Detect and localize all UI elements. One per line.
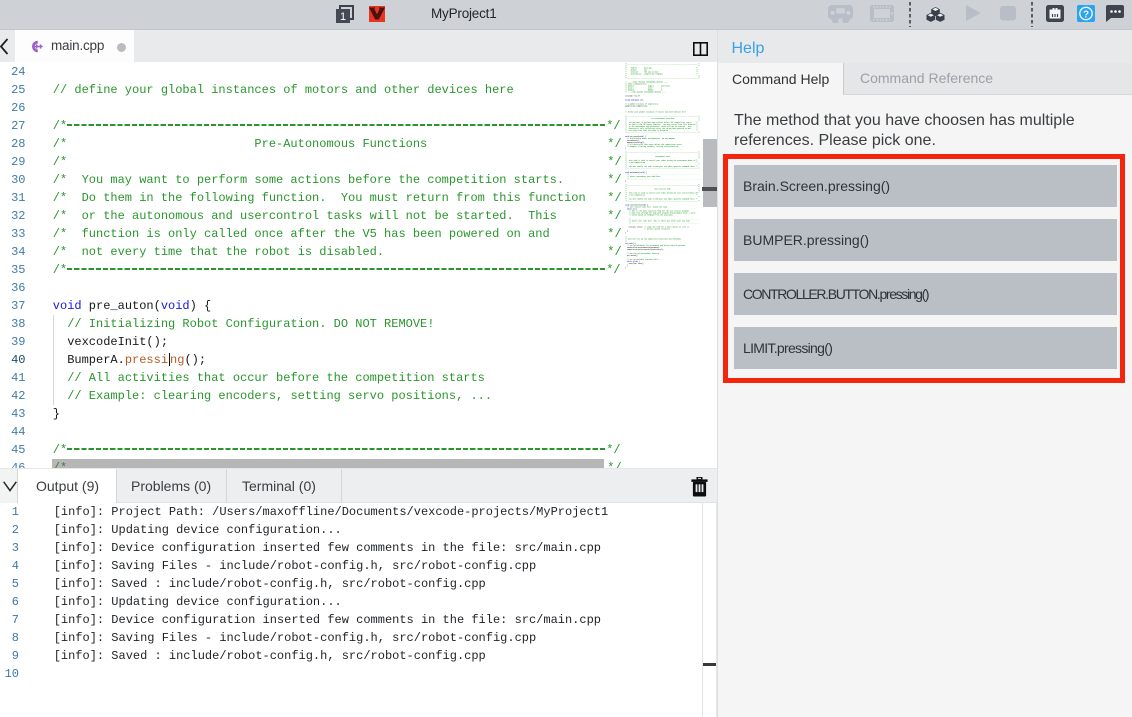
svg-text:?: ? (1083, 9, 1089, 20)
svg-text:1: 1 (340, 11, 346, 23)
